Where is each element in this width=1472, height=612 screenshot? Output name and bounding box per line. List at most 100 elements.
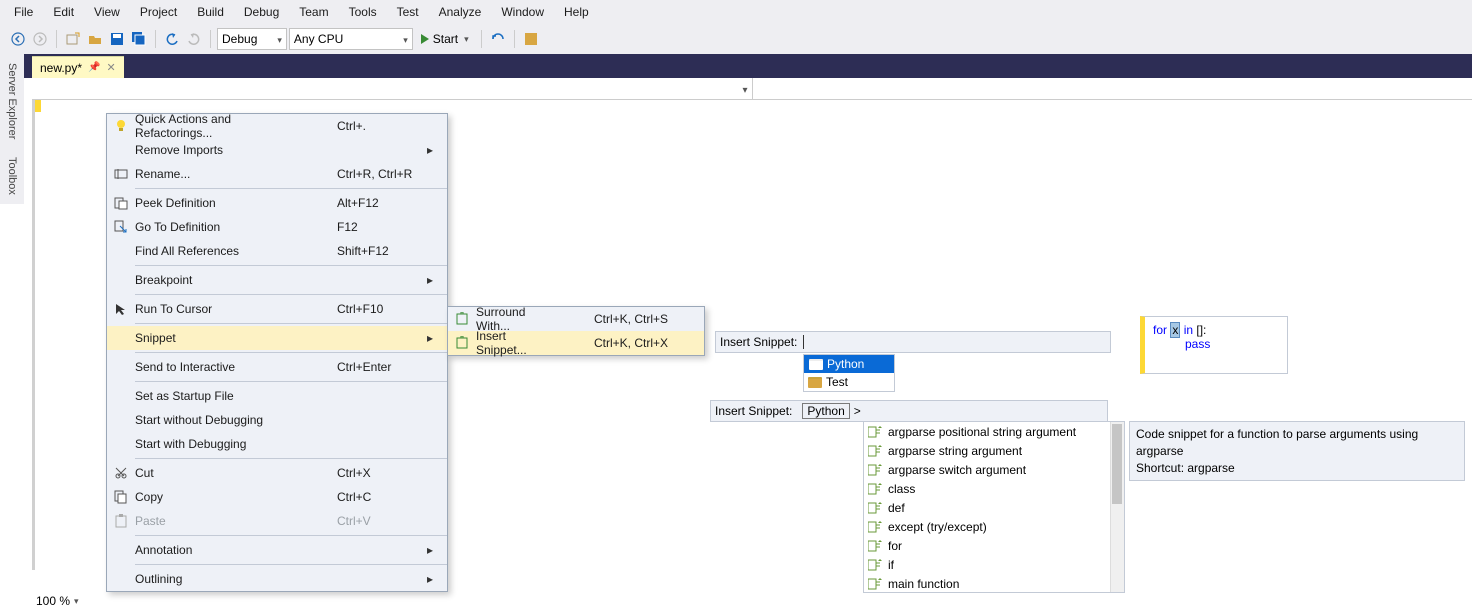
ctx-snippet[interactable]: Snippet▸ — [107, 326, 447, 350]
menu-debug[interactable]: Debug — [234, 1, 289, 23]
ctx-label: Start without Debugging — [135, 413, 337, 427]
browser-link-icon[interactable] — [488, 29, 508, 49]
nav-fwd-icon[interactable] — [30, 29, 50, 49]
member-dropdown[interactable] — [753, 78, 1472, 99]
undo-icon[interactable] — [162, 29, 182, 49]
nav-back-icon[interactable] — [8, 29, 28, 49]
save-icon[interactable] — [107, 29, 127, 49]
ctx-shortcut: Shift+F12 — [337, 244, 423, 258]
snippet-item-argparse-string-argument[interactable]: argparse string argument — [864, 441, 1124, 460]
menu-project[interactable]: Project — [130, 1, 187, 23]
snippet-item-icon — [868, 540, 882, 552]
snippet-item-def[interactable]: def — [864, 498, 1124, 517]
paste-icon — [107, 514, 135, 528]
ctx-breakpoint[interactable]: Breakpoint▸ — [107, 268, 447, 292]
ctx-go-to-definition[interactable]: Go To DefinitionF12 — [107, 215, 447, 239]
menu-view[interactable]: View — [84, 1, 130, 23]
document-tab-well: new.py* 📌 ✕ — [0, 54, 1472, 78]
menu-test[interactable]: Test — [387, 1, 429, 23]
tooltip-line1: Code snippet for a function to parse arg… — [1136, 426, 1458, 460]
ctx-paste[interactable]: PasteCtrl+V — [107, 509, 447, 533]
snippet-item-class[interactable]: class — [864, 479, 1124, 498]
snippet-item-for[interactable]: for — [864, 536, 1124, 555]
snippet-item-argparse-switch-argument[interactable]: argparse switch argument — [864, 460, 1124, 479]
snippet-item-icon — [868, 483, 882, 495]
snippet-folder-python[interactable]: Python — [804, 355, 894, 373]
menu-help[interactable]: Help — [554, 1, 599, 23]
ctx-shortcut: Ctrl+R, Ctrl+R — [337, 167, 423, 181]
ctx-label: Paste — [135, 514, 337, 528]
snippet-sub-insert-snippet[interactable]: Insert Snippet...Ctrl+K, Ctrl+X — [448, 331, 704, 355]
scope-dropdown[interactable] — [32, 78, 753, 99]
snippet-item-label: if — [888, 558, 894, 572]
ctx-shortcut: Alt+F12 — [337, 196, 423, 210]
ctx-remove-imports[interactable]: Remove Imports▸ — [107, 138, 447, 162]
start-button[interactable]: Start▾ — [415, 32, 475, 46]
ctx-peek-definition[interactable]: Peek DefinitionAlt+F12 — [107, 191, 447, 215]
snippet-placeholder[interactable]: x — [1170, 322, 1180, 338]
redo-icon[interactable] — [184, 29, 204, 49]
snippet-item-label: argparse string argument — [888, 444, 1022, 458]
snippet-item-if[interactable]: if — [864, 555, 1124, 574]
insert-snippet-breadcrumb[interactable]: Insert Snippet: Python > — [710, 400, 1108, 422]
menu-edit[interactable]: Edit — [43, 1, 84, 23]
menu-analyze[interactable]: Analyze — [429, 1, 492, 23]
snippet-item-argparse-positional-string-argument[interactable]: argparse positional string argument — [864, 422, 1124, 441]
menu-build[interactable]: Build — [187, 1, 234, 23]
snippet-item-icon — [868, 445, 882, 457]
menu-window[interactable]: Window — [491, 1, 554, 23]
ctx-start-without-debugging[interactable]: Start without Debugging — [107, 408, 447, 432]
pin-icon[interactable]: 📌 — [88, 62, 100, 73]
close-tab-icon[interactable]: ✕ — [106, 61, 115, 74]
toolbox-tab[interactable]: Toolbox — [2, 148, 22, 204]
ctx-annotation[interactable]: Annotation▸ — [107, 538, 447, 562]
ctx-set-as-startup-file[interactable]: Set as Startup File — [107, 384, 447, 408]
server-explorer-tab[interactable]: Server Explorer — [2, 54, 22, 148]
ctx-cut[interactable]: CutCtrl+X — [107, 461, 447, 485]
snippet-item-icon — [868, 502, 882, 514]
snippet-item-main-function[interactable]: main function — [864, 574, 1124, 593]
sub-shortcut: Ctrl+K, Ctrl+X — [594, 336, 694, 350]
scrollbar-thumb[interactable] — [1112, 424, 1122, 504]
ctx-label: Quick Actions and Refactorings... — [135, 112, 337, 140]
insert-snippet-label: Insert Snippet: — [715, 404, 792, 418]
snippet-sub-surround-with[interactable]: Surround With...Ctrl+K, Ctrl+S — [448, 307, 704, 331]
zoom-value: 100 % — [36, 594, 70, 608]
breadcrumb-python[interactable]: Python — [802, 403, 849, 419]
side-panels: Server Explorer Toolbox — [0, 54, 24, 204]
menu-tools[interactable]: Tools — [339, 1, 387, 23]
copy-icon — [107, 490, 135, 504]
file-tab-label: new.py* — [40, 61, 82, 75]
config-dropdown[interactable]: Debug — [217, 28, 287, 50]
snippet-item-label: class — [888, 482, 915, 496]
snippet-folder-test[interactable]: Test — [804, 373, 894, 391]
snippet-item-icon — [868, 559, 882, 571]
new-project-icon[interactable] — [63, 29, 83, 49]
ctx-quick-actions-and-refactorings[interactable]: Quick Actions and Refactorings...Ctrl+. — [107, 114, 447, 138]
open-file-icon[interactable] — [85, 29, 105, 49]
ctx-shortcut: Ctrl+. — [337, 119, 423, 133]
save-all-icon[interactable] — [129, 29, 149, 49]
zoom-control[interactable]: 100 % ▾ — [36, 594, 79, 608]
ctx-send-to-interactive[interactable]: Send to InteractiveCtrl+Enter — [107, 355, 447, 379]
ctx-outlining[interactable]: Outlining▸ — [107, 567, 447, 591]
ctx-copy[interactable]: CopyCtrl+C — [107, 485, 447, 509]
text-cursor — [803, 335, 804, 349]
ctx-rename[interactable]: Rename...Ctrl+R, Ctrl+R — [107, 162, 447, 186]
python-env-icon[interactable] — [521, 29, 541, 49]
platform-dropdown[interactable]: Any CPU — [289, 28, 413, 50]
navigation-bar — [32, 78, 1472, 100]
ctx-start-with-debugging[interactable]: Start with Debugging — [107, 432, 447, 456]
insert-snippet-prompt[interactable]: Insert Snippet: — [715, 331, 1111, 353]
snippet-icon — [448, 336, 476, 350]
snippet-item-except-try-except[interactable]: except (try/except) — [864, 517, 1124, 536]
menu-file[interactable]: File — [4, 1, 43, 23]
snippet-item-label: for — [888, 539, 902, 553]
ctx-run-to-cursor[interactable]: Run To CursorCtrl+F10 — [107, 297, 447, 321]
scrollbar[interactable] — [1110, 422, 1124, 592]
menu-team[interactable]: Team — [289, 1, 338, 23]
ctx-shortcut: Ctrl+V — [337, 514, 423, 528]
ctx-find-all-references[interactable]: Find All ReferencesShift+F12 — [107, 239, 447, 263]
editor-gutter — [32, 100, 82, 570]
file-tab-new-py[interactable]: new.py* 📌 ✕ — [32, 56, 124, 78]
